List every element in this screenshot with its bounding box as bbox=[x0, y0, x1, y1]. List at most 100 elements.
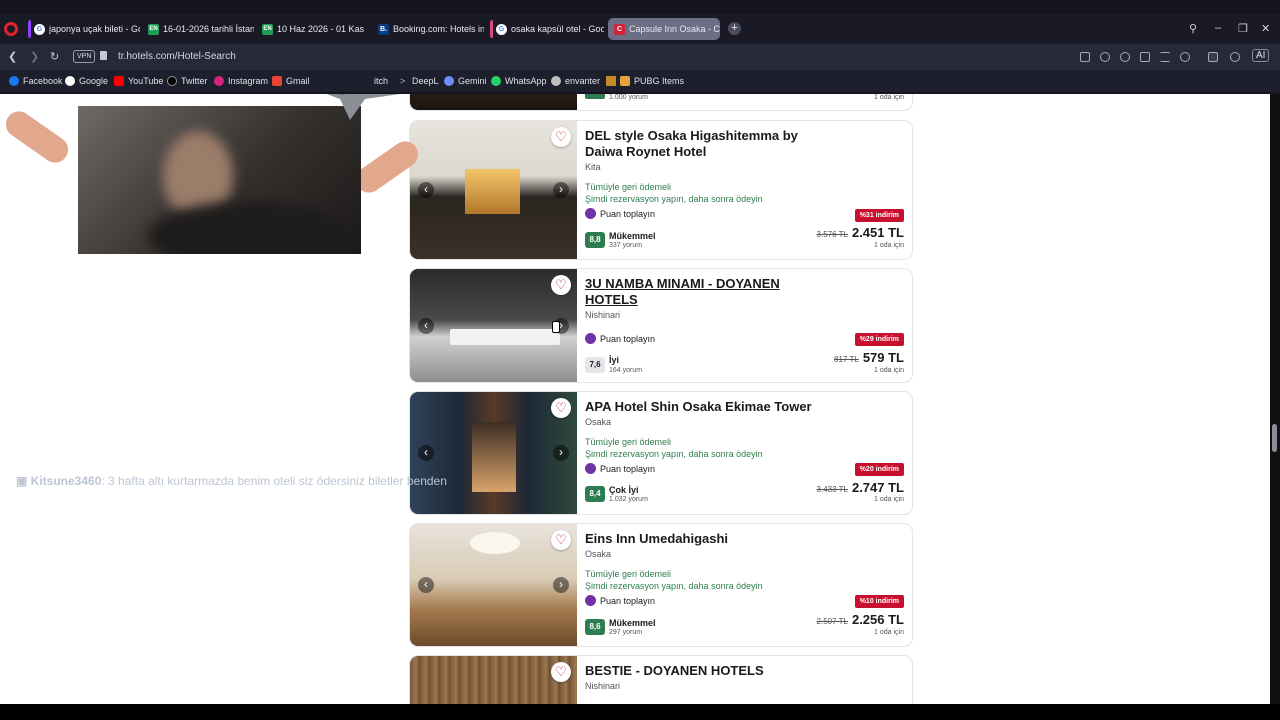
tab-2[interactable]: EN 16-01-2026 tarihli İstanbu bbox=[142, 18, 254, 40]
price: 2.747 TL bbox=[851, 480, 904, 495]
favorite-heart-icon[interactable]: ♡ bbox=[551, 398, 571, 418]
bookmark-itch[interactable]: itch bbox=[374, 75, 388, 87]
points-text: Puan toplayın bbox=[600, 333, 656, 344]
points-text: Puan toplayın bbox=[600, 595, 656, 606]
tab-1[interactable]: G japonya uçak bileti - Goog bbox=[28, 18, 140, 40]
review-count: 1.032 yorum bbox=[609, 496, 648, 503]
bookmark-instagram[interactable]: Instagram bbox=[214, 75, 268, 87]
favorite-heart-icon[interactable]: ♡ bbox=[551, 275, 571, 295]
bookmark-envanter[interactable]: envanter bbox=[551, 75, 600, 87]
shield-icon[interactable] bbox=[1100, 52, 1110, 62]
rating-label: İyi bbox=[609, 355, 620, 365]
tab-3[interactable]: EN 10 Haz 2026 - 01 Kas 2026 bbox=[256, 18, 364, 40]
scrollbar-thumb[interactable] bbox=[1272, 424, 1277, 452]
hotel-photo[interactable] bbox=[410, 94, 577, 110]
bookmark-pubg[interactable]: PUBG Items bbox=[606, 75, 684, 87]
back-icon[interactable]: ❮ bbox=[8, 50, 17, 63]
maximize-icon[interactable]: ❐ bbox=[1238, 22, 1248, 35]
hotel-name[interactable]: BESTIE - DOYANEN HOTELS bbox=[585, 663, 825, 679]
bookmark-label: envanter bbox=[565, 76, 601, 86]
hotel-card[interactable]: ♡ ‹ › APA Hotel Shin Osaka Ekimae Tower … bbox=[409, 391, 913, 515]
favorite-heart-icon[interactable]: ♡ bbox=[551, 127, 571, 147]
favorite-heart-icon[interactable]: ♡ bbox=[551, 662, 571, 682]
hotel-name[interactable]: DEL style Osaka Higashitemma by Daiwa Ro… bbox=[585, 128, 825, 160]
tab-title: 16-01-2026 tarihli İstanbu bbox=[163, 24, 254, 34]
url-field[interactable]: tr.hotels.com/Hotel-Search bbox=[118, 51, 236, 62]
bookmark-gmail[interactable]: Gmail bbox=[272, 75, 310, 87]
pay-later-text: Şimdi rezervasyon yapın, daha sonra ödey… bbox=[585, 194, 763, 204]
next-photo-icon[interactable]: › bbox=[553, 577, 569, 593]
price: 2.451 TL bbox=[851, 225, 904, 240]
close-icon[interactable]: ✕ bbox=[1261, 22, 1270, 35]
prev-photo-icon[interactable]: ‹ bbox=[418, 182, 434, 198]
hotel-name[interactable]: 3U NAMBA MINAMI - DOYANEN HOTELS bbox=[585, 276, 825, 308]
score-badge: 8,8 bbox=[585, 232, 605, 248]
hotel-card[interactable]: ♡ ‹ › DEL style Osaka Higashitemma by Da… bbox=[409, 120, 913, 260]
tab-6-active[interactable]: C Capsule Inn Osaka - Cate bbox=[608, 18, 720, 40]
extension-icon[interactable] bbox=[1208, 52, 1218, 62]
favorite-heart-icon[interactable]: ♡ bbox=[551, 530, 571, 550]
webcam-overlay bbox=[78, 106, 361, 254]
bookmark-whatsapp[interactable]: WhatsApp bbox=[491, 75, 547, 87]
cube-icon[interactable] bbox=[1230, 52, 1240, 62]
tab-4[interactable]: B. Booking.com: Hotels in Os bbox=[372, 18, 484, 40]
youtube-icon bbox=[114, 76, 124, 86]
lock-icon[interactable] bbox=[100, 51, 107, 60]
tab-5[interactable]: G osaka kapsül otel - Googl bbox=[490, 18, 604, 40]
refund-text: Tümüyle geri ödemeli bbox=[585, 569, 672, 579]
next-photo-icon[interactable]: › bbox=[553, 445, 569, 461]
opera-logo-icon[interactable] bbox=[4, 22, 18, 36]
bookmark-youtube[interactable]: YouTube bbox=[114, 75, 163, 87]
old-price: 817 TL bbox=[834, 355, 859, 364]
refund-text: Tümüyle geri ödemeli bbox=[585, 182, 672, 192]
points-label: Puan toplayın bbox=[585, 463, 655, 474]
next-photo-icon[interactable]: › bbox=[553, 182, 569, 198]
hotel-card-partial[interactable]: 1.000 yorum 1 oda için bbox=[409, 94, 913, 111]
price-row: 2.507 TL 2.256 TL bbox=[817, 612, 904, 627]
download-icon[interactable] bbox=[1140, 52, 1150, 62]
review-count: 337 yorum bbox=[609, 242, 643, 249]
new-tab-button[interactable]: + bbox=[728, 22, 741, 35]
hotel-city: Osaka bbox=[585, 417, 612, 427]
bookmark-google[interactable]: Google bbox=[65, 75, 108, 87]
heart-icon[interactable] bbox=[1120, 52, 1130, 62]
overlay-hand-left bbox=[0, 106, 74, 168]
camera-icon[interactable] bbox=[1080, 52, 1090, 62]
rating-label: Mükemmel bbox=[609, 618, 656, 628]
refund-text: Tümüyle geri ödemeli bbox=[585, 437, 672, 447]
discount-badge: %31 indirim bbox=[854, 209, 904, 222]
hotel-name[interactable]: Eins Inn Umedahigashi bbox=[585, 531, 825, 547]
search-tabs-icon[interactable]: ⚲ bbox=[1189, 22, 1197, 35]
cursor-hand-icon bbox=[552, 321, 560, 333]
hotel-card[interactable]: ♡ ‹ › Eins Inn Umedahigashi Osaka Tümüyl… bbox=[409, 523, 913, 647]
bookmark-gemini[interactable]: Gemini bbox=[444, 75, 487, 87]
bookmark-label: Google bbox=[79, 76, 109, 86]
prev-photo-icon[interactable]: ‹ bbox=[418, 577, 434, 593]
reload-icon[interactable]: ↻ bbox=[50, 50, 59, 63]
per-room: 1 oda için bbox=[874, 242, 904, 249]
rating-label: Çok İyi bbox=[609, 485, 639, 495]
ai-button[interactable]: AI bbox=[1252, 49, 1270, 62]
menu-icon[interactable] bbox=[1160, 52, 1170, 62]
points-text: Puan toplayın bbox=[600, 208, 656, 219]
hotel-photo[interactable] bbox=[410, 656, 577, 704]
per-room: 1 oda için bbox=[874, 629, 904, 636]
hotel-name[interactable]: APA Hotel Shin Osaka Ekimae Tower bbox=[585, 399, 825, 415]
x-icon bbox=[167, 76, 177, 86]
old-price: 3.576 TL bbox=[816, 230, 848, 239]
bookmark-twitter[interactable]: Twitter bbox=[167, 75, 208, 87]
scrollbar[interactable] bbox=[1270, 94, 1280, 704]
minimize-icon[interactable]: – bbox=[1215, 22, 1221, 34]
profile-icon[interactable] bbox=[1180, 52, 1190, 62]
per-room: 1 oda için bbox=[874, 367, 904, 374]
hotel-card[interactable]: ♡ BESTIE - DOYANEN HOTELS Nishinari bbox=[409, 655, 913, 704]
prev-photo-icon[interactable]: ‹ bbox=[418, 445, 434, 461]
bookmark-label: PUBG Items bbox=[634, 76, 685, 86]
prev-photo-icon[interactable]: ‹ bbox=[418, 317, 434, 334]
bookmark-facebook[interactable]: Facebook bbox=[9, 75, 63, 87]
hotel-card[interactable]: ♡ ‹ › 3U NAMBA MINAMI - DOYANEN HOTELS N… bbox=[409, 268, 913, 383]
vpn-badge[interactable]: VPN bbox=[73, 50, 96, 63]
forward-icon[interactable]: ❯ bbox=[30, 50, 39, 63]
price: 579 TL bbox=[862, 350, 904, 365]
bookmark-deepl[interactable]: > DeepL bbox=[400, 75, 439, 87]
